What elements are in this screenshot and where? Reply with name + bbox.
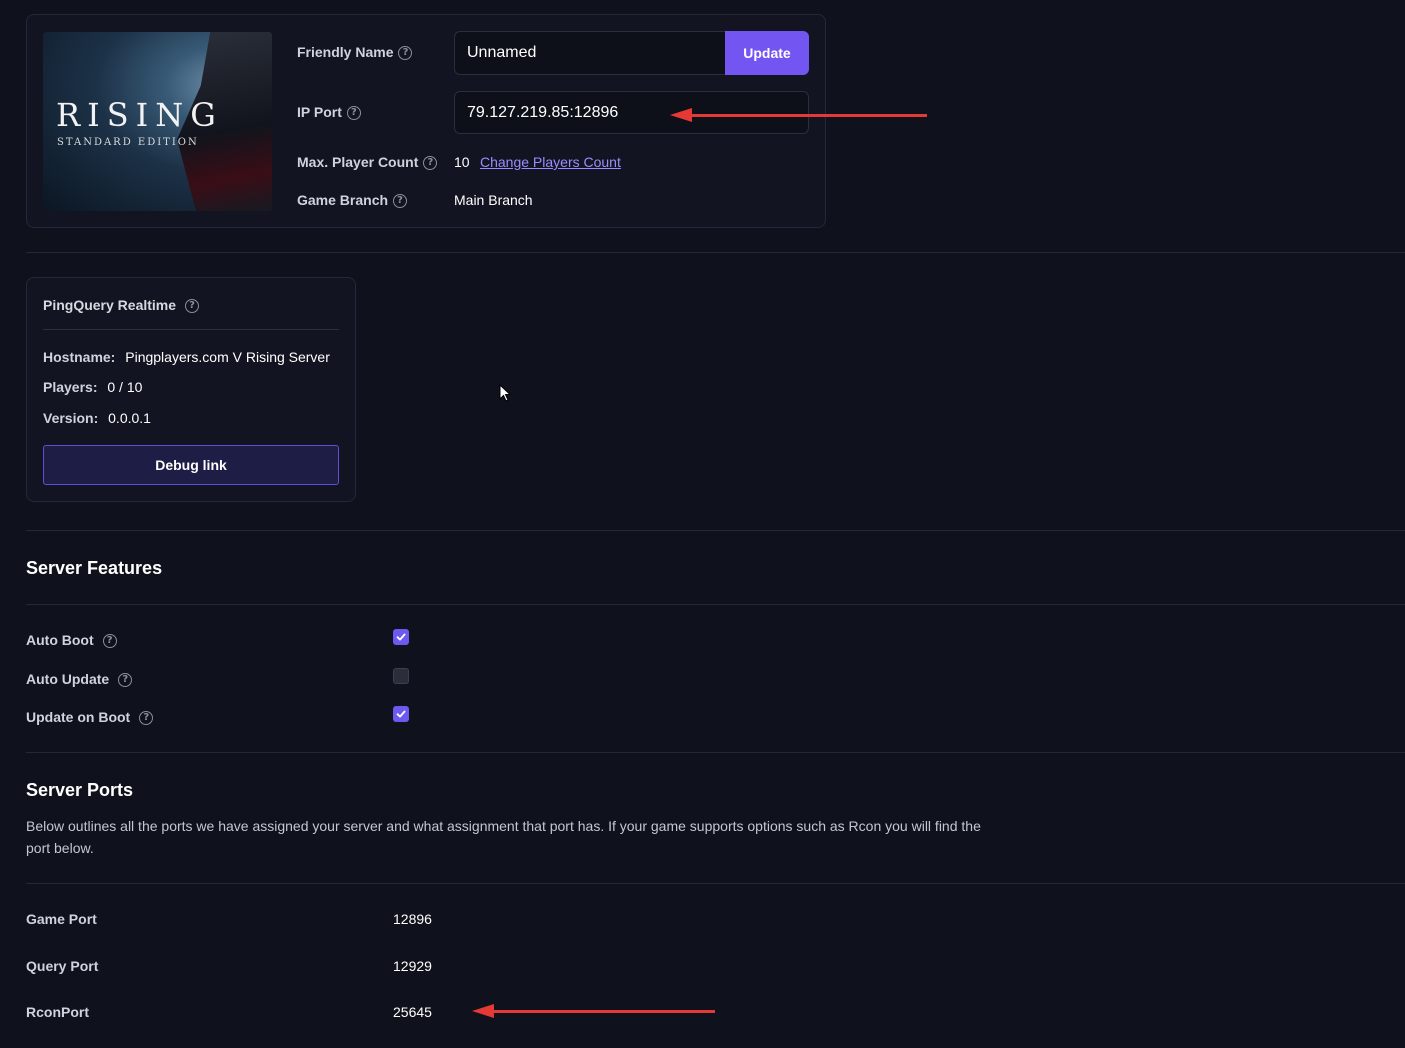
change-players-count-link[interactable]: Change Players Count <box>480 154 621 170</box>
game-port-value: 12896 <box>393 911 432 927</box>
ip-port-field[interactable]: 79.127.219.85:12896 <box>454 91 809 134</box>
game-branch-value: Main Branch <box>454 192 533 208</box>
arrow-annotation-line <box>490 1010 715 1013</box>
game-branch-label: Game Branch? <box>297 192 408 209</box>
friendly-name-input[interactable]: Unnamed <box>454 31 726 75</box>
auto-update-checkbox[interactable] <box>393 668 409 684</box>
hostname-value: Pingplayers.com V Rising Server <box>125 349 330 365</box>
pingquery-divider <box>43 329 339 330</box>
server-features-title: Server Features <box>26 558 163 578</box>
auto-update-label: Auto Update? <box>26 671 133 688</box>
friendly-name-label: Friendly Name? <box>297 44 413 61</box>
hostname-row: Hostname: Pingplayers.com V Rising Serve… <box>43 349 330 365</box>
query-port-value: 12929 <box>393 958 432 974</box>
ip-port-label: IP Port? <box>297 104 361 121</box>
game-cover-image: RISING STANDARD EDITION <box>43 32 272 211</box>
help-icon[interactable]: ? <box>139 711 154 726</box>
max-player-count-label: Max. Player Count? <box>297 154 438 171</box>
version-row: Version: 0.0.0.1 <box>43 410 151 426</box>
help-icon[interactable]: ? <box>423 156 438 171</box>
players-row: Players: 0 / 10 <box>43 379 142 395</box>
version-label: Version: <box>43 410 99 426</box>
help-icon[interactable]: ? <box>102 634 117 649</box>
pingquery-title: PingQuery Realtime? <box>43 297 200 314</box>
rcon-port-label: RconPort <box>26 1004 89 1020</box>
cover-edition: STANDARD EDITION <box>57 137 199 148</box>
players-label: Players: <box>43 379 98 395</box>
check-icon <box>396 633 406 641</box>
server-ports-title: Server Ports <box>26 780 134 800</box>
auto-boot-label: Auto Boot? <box>26 632 117 649</box>
version-value: 0.0.0.1 <box>108 410 151 426</box>
update-on-boot-label: Update on Boot? <box>26 709 154 726</box>
help-icon[interactable]: ? <box>185 299 200 314</box>
auto-boot-checkbox[interactable] <box>393 629 409 645</box>
update-on-boot-checkbox[interactable] <box>393 706 409 722</box>
rcon-port-value: 25645 <box>393 1004 432 1020</box>
help-icon[interactable]: ? <box>346 106 361 121</box>
help-icon[interactable]: ? <box>118 673 133 688</box>
divider <box>26 752 1405 753</box>
help-icon[interactable]: ? <box>393 194 408 209</box>
divider <box>26 883 1405 884</box>
query-port-label: Query Port <box>26 958 99 974</box>
players-value: 0 / 10 <box>107 379 143 395</box>
update-button[interactable]: Update <box>725 31 809 75</box>
hostname-label: Hostname: <box>43 349 116 365</box>
max-player-count-value: 10 <box>454 154 470 170</box>
arrow-annotation-line <box>688 114 927 117</box>
divider <box>26 604 1405 605</box>
help-icon[interactable]: ? <box>398 46 413 61</box>
mouse-cursor <box>499 384 511 402</box>
cover-title: RISING <box>56 96 223 134</box>
debug-link-button[interactable]: Debug link <box>43 445 339 485</box>
divider <box>26 252 1405 253</box>
divider <box>26 530 1405 531</box>
server-ports-description: Below outlines all the ports we have ass… <box>26 818 981 856</box>
game-port-label: Game Port <box>26 911 97 927</box>
check-icon <box>396 710 406 718</box>
